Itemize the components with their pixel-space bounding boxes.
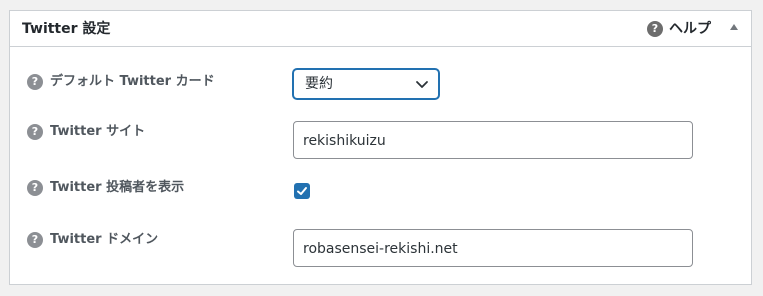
- show-author-label-text: Twitter 投稿者を表示: [50, 180, 185, 195]
- domain-label: ? Twitter ドメイン: [27, 230, 158, 250]
- panel-header: Twitter 設定 ? ヘルプ: [10, 11, 751, 47]
- question-circle-icon: ?: [647, 21, 663, 37]
- twitter-settings-panel: Twitter 設定 ? ヘルプ ? デフォルト Twitter カード 要約 …: [9, 10, 752, 285]
- domain-input[interactable]: robasensei-rekishi.net: [293, 229, 693, 267]
- row-domain: ? Twitter ドメイン robasensei-rekishi.net: [10, 229, 751, 269]
- row-site: ? Twitter サイト rekishikuizu: [10, 121, 751, 161]
- question-circle-icon[interactable]: ?: [27, 180, 43, 196]
- triangle-up-icon[interactable]: [730, 24, 738, 30]
- domain-label-text: Twitter ドメイン: [50, 232, 159, 247]
- site-input-value: rekishikuizu: [303, 133, 386, 149]
- card-type-label: ? デフォルト Twitter カード: [27, 72, 215, 92]
- site-input[interactable]: rekishikuizu: [293, 121, 693, 159]
- card-type-select[interactable]: 要約: [293, 69, 439, 99]
- card-type-select-value: 要約: [305, 76, 333, 92]
- row-card-type: ? デフォルト Twitter カード 要約: [10, 69, 751, 107]
- show-author-checkbox[interactable]: [294, 183, 310, 199]
- site-label: ? Twitter サイト: [27, 122, 145, 142]
- question-circle-icon[interactable]: ?: [27, 124, 43, 140]
- question-circle-icon[interactable]: ?: [27, 74, 43, 90]
- panel-title: Twitter 設定: [22, 21, 111, 37]
- chevron-down-icon: [416, 81, 428, 88]
- checkmark-icon: [297, 187, 307, 195]
- question-circle-icon[interactable]: ?: [27, 232, 43, 248]
- domain-input-value: robasensei-rekishi.net: [303, 241, 458, 257]
- site-label-text: Twitter サイト: [50, 124, 146, 139]
- card-type-label-text: デフォルト Twitter カード: [50, 74, 215, 89]
- show-author-label: ? Twitter 投稿者を表示: [27, 178, 184, 198]
- help-label: ヘルプ: [669, 21, 711, 37]
- row-show-author: ? Twitter 投稿者を表示: [10, 178, 751, 202]
- help-button[interactable]: ? ヘルプ: [647, 19, 711, 39]
